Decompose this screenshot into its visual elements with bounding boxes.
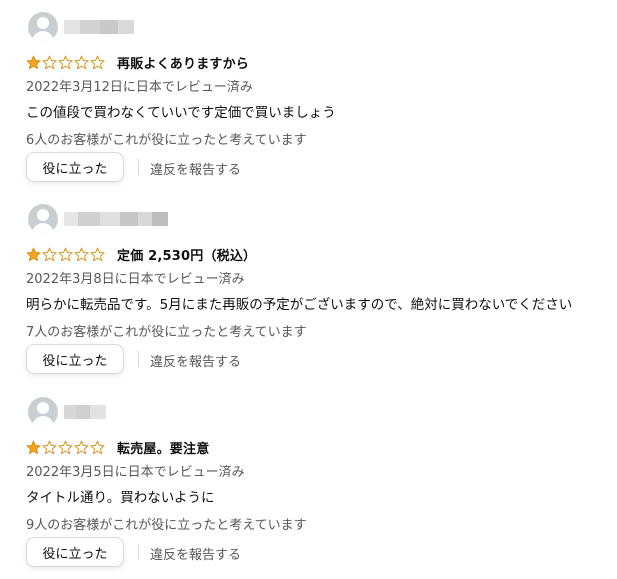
review-actions: 役に立った 違反を報告する	[26, 537, 426, 569]
star-empty-icon	[42, 55, 57, 69]
star-rating[interactable]	[26, 55, 105, 70]
rating-row: 転売屋。要注意	[26, 438, 611, 457]
star-empty-icon	[58, 247, 73, 261]
reviewer-profile[interactable]	[26, 204, 326, 236]
report-abuse-link[interactable]: 違反を報告する	[150, 544, 241, 563]
star-empty-icon	[74, 247, 89, 261]
action-divider	[138, 544, 139, 560]
star-empty-icon	[42, 247, 57, 261]
action-divider	[138, 351, 139, 367]
review-body: タイトル通り。買わないように	[26, 490, 215, 506]
helpful-button[interactable]: 役に立った	[26, 152, 124, 182]
star-rating[interactable]	[26, 440, 105, 455]
review-date: 2022年3月5日に日本でレビュー済み	[26, 465, 245, 480]
avatar[interactable]	[28, 397, 58, 427]
helpful-count-text: 9人のお客様がこれが役に立ったと考えています	[26, 518, 307, 533]
avatar[interactable]	[28, 204, 58, 234]
star-empty-icon	[90, 440, 105, 454]
reviewer-name-redacted	[64, 212, 168, 226]
star-empty-icon	[90, 247, 105, 261]
star-filled-icon	[26, 247, 41, 261]
review-title[interactable]: 定価 2,530円（税込）	[117, 245, 256, 264]
star-empty-icon	[74, 440, 89, 454]
helpful-count-text: 6人のお客様がこれが役に立ったと考えています	[26, 133, 307, 148]
rating-row: 定価 2,530円（税込）	[26, 245, 611, 264]
star-empty-icon	[42, 440, 57, 454]
action-divider	[138, 159, 139, 175]
star-empty-icon	[58, 440, 73, 454]
reviewer-profile[interactable]	[26, 12, 326, 44]
star-filled-icon	[26, 440, 41, 454]
reviewer-name-redacted	[64, 405, 106, 419]
review-title[interactable]: 転売屋。要注意	[117, 438, 209, 457]
reviewer-profile[interactable]	[26, 397, 326, 429]
review-actions: 役に立った 違反を報告する	[26, 152, 426, 184]
report-abuse-link[interactable]: 違反を報告する	[150, 351, 241, 370]
review-body: この値段で買わなくていいです定価で買いましょう	[26, 105, 336, 121]
star-empty-icon	[90, 55, 105, 69]
review-date: 2022年3月8日に日本でレビュー済み	[26, 272, 245, 287]
rating-row: 再販よくありますから	[26, 53, 611, 72]
avatar[interactable]	[28, 12, 58, 42]
review-actions: 役に立った 違反を報告する	[26, 344, 426, 376]
review-title[interactable]: 再販よくありますから	[117, 53, 249, 72]
helpful-button[interactable]: 役に立った	[26, 537, 124, 567]
star-filled-icon	[26, 55, 41, 69]
reviewer-name-redacted	[64, 20, 134, 34]
helpful-count-text: 7人のお客様がこれが役に立ったと考えています	[26, 325, 307, 340]
star-empty-icon	[74, 55, 89, 69]
star-empty-icon	[58, 55, 73, 69]
star-rating[interactable]	[26, 247, 105, 262]
helpful-button[interactable]: 役に立った	[26, 344, 124, 374]
report-abuse-link[interactable]: 違反を報告する	[150, 159, 241, 178]
review-body: 明らかに転売品です。5月にまた再販の予定がございますので、絶対に買わないでくださ…	[26, 297, 573, 313]
review-date: 2022年3月12日に日本でレビュー済み	[26, 80, 253, 95]
